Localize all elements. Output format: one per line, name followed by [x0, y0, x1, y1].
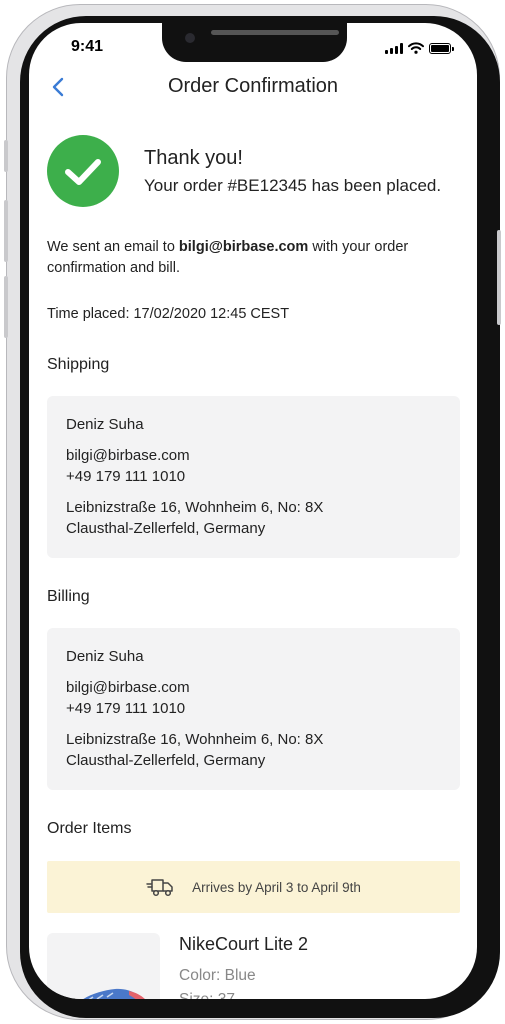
shipping-address-line2: Clausthal-Zellerfeld, Germany — [66, 520, 266, 537]
battery-icon — [429, 42, 454, 54]
shipping-card: Deniz Suha bilgi@birbase.com +49 179 111… — [47, 396, 460, 558]
billing-address-line1: Leibnizstraße 16, Wohnheim 6, No: 8X — [66, 731, 324, 748]
shoe-icon — [83, 988, 145, 999]
arrival-banner: Arrives by April 3 to April 9th — [47, 861, 460, 913]
billing-name: Deniz Suha — [66, 648, 144, 665]
volume-down-button — [4, 276, 8, 338]
mute-switch — [4, 140, 8, 172]
product-color: Color: Blue — [179, 967, 256, 984]
billing-address-line2: Clausthal-Zellerfeld, Germany — [66, 752, 266, 769]
status-time: 9:41 — [71, 38, 104, 55]
notch — [162, 23, 347, 62]
success-badge — [47, 135, 119, 207]
status-icons — [385, 42, 454, 54]
order-items-title: Order Items — [47, 820, 132, 837]
billing-phone: +49 179 111 1010 — [66, 700, 186, 717]
product-image[interactable] — [47, 933, 160, 999]
delivery-truck-icon — [146, 879, 173, 897]
billing-email: bilgi@birbase.com — [66, 679, 190, 696]
page-title: Order Confirmation — [167, 75, 339, 97]
arrival-text: Arrives by April 3 to April 9th — [192, 879, 361, 895]
shipping-title: Shipping — [47, 356, 110, 373]
shipping-email: bilgi@birbase.com — [66, 447, 190, 464]
email-notice-prefix: We sent an email to — [47, 239, 179, 255]
email-notice-address: bilgi@birbase.com — [178, 239, 309, 255]
billing-title: Billing — [47, 588, 90, 605]
shipping-name: Deniz Suha — [66, 416, 144, 433]
checkmark-icon — [65, 159, 101, 185]
time-placed: Time placed: 17/02/2020 12:45 CEST — [47, 306, 290, 322]
screen: 9:41 Order Confirmation Thank you! Your … — [29, 23, 477, 999]
shipping-address-line1: Leibnizstraße 16, Wohnheim 6, No: 8X — [66, 499, 324, 516]
product-size: Size: 37 — [179, 991, 235, 999]
email-notice: We sent an email to bilgi@birbase.com wi… — [47, 237, 437, 279]
camera-icon — [185, 33, 195, 43]
shipping-phone: +49 179 111 1010 — [66, 468, 186, 485]
volume-up-button — [4, 200, 8, 262]
billing-card: Deniz Suha bilgi@birbase.com +49 179 111… — [47, 628, 460, 790]
speaker — [211, 30, 339, 35]
product-name[interactable]: NikeCourt Lite 2 — [179, 934, 308, 955]
wifi-icon — [408, 42, 424, 54]
confirmation-subtitle: Your order #BE12345 has been placed. — [144, 176, 442, 195]
confirmation-title: Thank you! — [144, 147, 243, 169]
power-button — [497, 230, 501, 325]
cellular-signal-icon — [385, 42, 403, 54]
